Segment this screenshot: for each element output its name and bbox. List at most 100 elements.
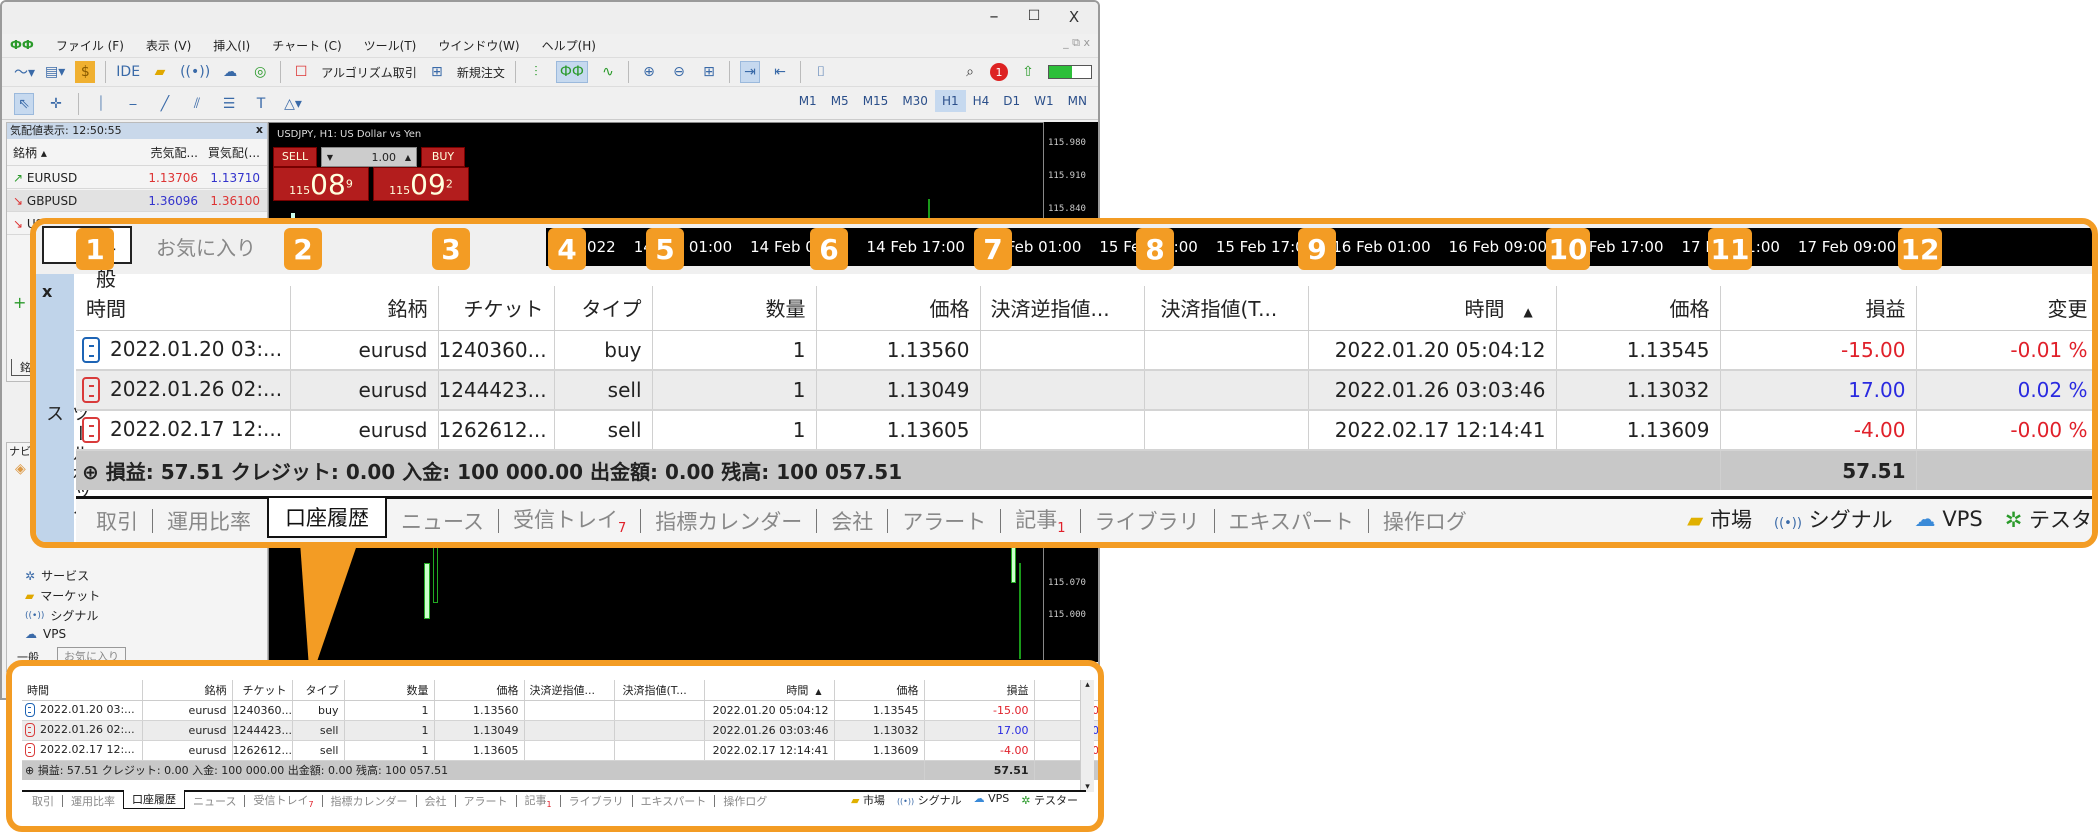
column-header-open-time[interactable]: 時間: [76, 286, 291, 331]
column-header-close-time[interactable]: 時間 ▲: [704, 680, 835, 701]
scroll-up-icon[interactable]: ▴: [1081, 680, 1094, 690]
tab-mailbox[interactable]: 受信トレイ7: [253, 792, 313, 809]
mdi-controls[interactable]: _ ⧉ x: [1063, 36, 1090, 50]
timeframe-d1[interactable]: D1: [996, 90, 1027, 112]
table-row[interactable]: 2022.01.26 02:... eurusd 1244423... sell 1…: [76, 370, 2092, 411]
table-row[interactable]: 2022.02.17 12:... eurusd 1262612... sell 1…: [76, 410, 2092, 451]
vps-cloud-icon[interactable]: ☁: [220, 61, 240, 83]
algo-trading-icon[interactable]: ☐: [291, 61, 311, 83]
column-header-open-time[interactable]: 時間: [22, 680, 143, 701]
signals-icon[interactable]: ((•)): [180, 61, 210, 83]
level-icon[interactable]: ⇧: [1018, 61, 1038, 83]
tab-calendar[interactable]: 指標カレンダー: [655, 506, 802, 536]
timeframe-m5[interactable]: M5: [824, 90, 856, 112]
column-header-type[interactable]: タイプ: [292, 680, 345, 701]
tab-vps[interactable]: ☁ VPS: [1915, 507, 1983, 531]
sell-button[interactable]: SELL: [273, 147, 317, 167]
algo-trading-button[interactable]: アルゴリズム取引: [321, 64, 417, 81]
column-header-ask[interactable]: 買気配(...: [202, 144, 264, 161]
nav-item-vps[interactable]: ☁ VPS: [25, 627, 66, 641]
market-watch-row[interactable]: ↗ EURUSD 1.13706 1.13710: [7, 167, 267, 189]
timeframe-h4[interactable]: H4: [966, 90, 997, 112]
decrease-lot-icon[interactable]: ▼: [322, 153, 338, 162]
tab-journal[interactable]: 操作ログ: [723, 793, 767, 809]
auto-scroll-icon[interactable]: ⇥: [739, 61, 760, 83]
timeframe-m15[interactable]: M15: [856, 90, 896, 112]
column-header-stop-loss[interactable]: 決済逆指値...: [980, 286, 1145, 331]
close-button[interactable]: X: [1054, 8, 1094, 26]
tab-vps[interactable]: ☁ VPS: [974, 792, 1010, 808]
column-header-price[interactable]: 価格: [434, 680, 525, 701]
maximize-button[interactable]: ☐: [1014, 8, 1054, 24]
dollar-icon[interactable]: $: [75, 61, 96, 83]
table-row[interactable]: 2022.01.26 02:... eurusd 1244423... sell 1…: [22, 720, 1098, 741]
menu-insert[interactable]: 挿入(I): [213, 37, 250, 54]
favorites-tab[interactable]: お気に入り: [156, 232, 256, 261]
tab-market[interactable]: ▰ 市場: [851, 792, 885, 808]
column-header-take-profit[interactable]: 決済指値(T...: [614, 680, 705, 701]
lot-size-stepper[interactable]: ▼ 1.00 ▲: [321, 147, 417, 167]
column-header-close-price[interactable]: 価格: [1556, 286, 1721, 331]
shapes-icon[interactable]: △▾: [283, 93, 303, 115]
menu-file[interactable]: ファイル (F): [56, 37, 124, 54]
ide-button[interactable]: IDE: [116, 61, 140, 83]
screenshot-icon[interactable]: ⌷: [811, 61, 831, 83]
timeframe-mn[interactable]: MN: [1061, 90, 1094, 112]
timeframe-w1[interactable]: W1: [1027, 90, 1061, 112]
tab-tester[interactable]: ✲ テスタ: [2005, 504, 2092, 534]
text-icon[interactable]: T: [251, 93, 271, 115]
column-header-type[interactable]: タイプ: [554, 286, 653, 331]
line-chart-icon[interactable]: ∿: [598, 61, 618, 83]
column-header-take-profit[interactable]: 決済指値(T...: [1144, 286, 1309, 331]
tab-trade[interactable]: 取引: [32, 793, 54, 809]
tab-market[interactable]: ▰ 市場: [1687, 504, 1752, 534]
market-bag-icon[interactable]: ▰: [150, 61, 170, 83]
tab-exposure[interactable]: 運用比率: [71, 793, 115, 809]
column-header-symbol[interactable]: 銘柄: [142, 680, 233, 701]
tab-mailbox[interactable]: 受信トレイ7: [513, 504, 626, 536]
bar-chart-icon[interactable]: ⫶: [526, 61, 546, 83]
expand-summary-icon[interactable]: ⊕: [82, 460, 99, 484]
expand-summary-icon[interactable]: ⊕: [25, 764, 34, 777]
column-header-symbol[interactable]: 銘柄: [290, 286, 439, 331]
new-order-icon[interactable]: ⊞: [427, 61, 447, 83]
buy-price-button[interactable]: 115092: [373, 167, 469, 201]
add-symbol-icon[interactable]: +: [13, 293, 26, 312]
new-chart-icon[interactable]: 〜▾: [14, 61, 35, 83]
menu-tools[interactable]: ツール(T): [364, 37, 417, 54]
tab-calendar[interactable]: 指標カレンダー: [331, 793, 408, 809]
search-icon[interactable]: ⌕: [960, 61, 980, 83]
tab-library[interactable]: ライブラリ: [569, 793, 624, 809]
tab-history[interactable]: 口座履歴: [123, 790, 185, 809]
tab-company[interactable]: 会社: [831, 506, 873, 536]
tile-windows-icon[interactable]: ⊞: [699, 61, 719, 83]
column-header-close-time[interactable]: 時間 ▲: [1308, 286, 1557, 331]
nav-item-signals[interactable]: ((•)) シグナル: [25, 607, 98, 624]
tab-signals[interactable]: ((•)) シグナル: [1774, 504, 1893, 534]
tab-journal[interactable]: 操作ログ: [1383, 506, 1467, 536]
crosshair-icon[interactable]: ✛: [46, 93, 66, 115]
vertical-scrollbar[interactable]: ▴ ▾: [1080, 680, 1094, 792]
tab-exposure[interactable]: 運用比率: [167, 506, 251, 536]
cursor-icon[interactable]: ⇖: [14, 92, 34, 115]
zoom-out-icon[interactable]: ⊖: [669, 61, 689, 83]
tab-tester[interactable]: ✲ テスター: [1021, 792, 1078, 808]
profiles-icon[interactable]: ▤▾: [45, 61, 65, 83]
minimize-button[interactable]: –: [974, 6, 1014, 27]
timeframe-m1[interactable]: M1: [792, 90, 824, 112]
column-header-bid[interactable]: 売気配...: [142, 144, 202, 161]
channel-icon[interactable]: ⫽: [187, 93, 207, 115]
tab-library[interactable]: ライブラリ: [1095, 506, 1200, 536]
tab-alerts[interactable]: アラート: [902, 506, 986, 536]
tab-news[interactable]: ニュース: [401, 506, 484, 536]
column-header-stop-loss[interactable]: 決済逆指値...: [524, 680, 615, 701]
tab-alerts[interactable]: アラート: [464, 793, 508, 809]
close-icon[interactable]: x: [256, 123, 263, 136]
chart-shift-icon[interactable]: ⇤: [770, 61, 790, 83]
lot-size-value[interactable]: 1.00: [338, 151, 400, 164]
trendline-icon[interactable]: ╱: [155, 93, 175, 115]
timeframe-h1[interactable]: H1: [934, 90, 966, 112]
column-header-profit[interactable]: 損益: [924, 680, 1035, 701]
column-header-ticket[interactable]: チケット: [438, 286, 555, 331]
fibonacci-icon[interactable]: ☰: [219, 93, 239, 115]
